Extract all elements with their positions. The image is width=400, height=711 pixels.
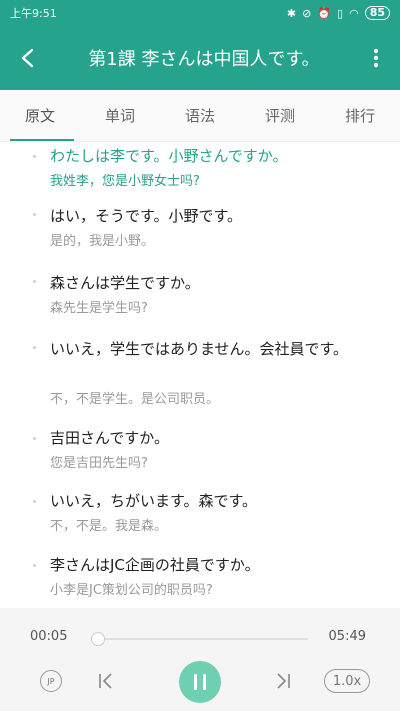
sentence-item[interactable]: 吉田さんですか。 您是吉田先生吗? <box>0 426 400 486</box>
chevron-left-icon <box>21 48 34 68</box>
sentence-chinese: 是的，我是小野。 <box>50 234 155 249</box>
pause-icon <box>194 674 206 690</box>
tab-original-text[interactable]: 原文 <box>0 90 80 141</box>
sentence-chinese: 您是吉田先生吗? <box>50 456 148 471</box>
previous-button[interactable] <box>96 671 116 691</box>
bullet-dot <box>33 346 36 349</box>
sentence-japanese: 吉田さんですか。 <box>50 429 169 447</box>
progress-thumb[interactable] <box>90 632 105 646</box>
bullet-dot <box>33 564 36 567</box>
sentence-chinese: 不，不是。我是森。 <box>50 519 168 534</box>
vibrate-icon: ▯ <box>337 6 344 20</box>
bullet-dot <box>33 155 36 158</box>
battery-indicator: 85 <box>364 6 390 20</box>
more-vertical-icon <box>373 48 379 68</box>
next-button[interactable] <box>273 671 293 691</box>
back-button[interactable] <box>0 26 56 90</box>
status-time: 上午9:51 <box>10 7 57 20</box>
sentence-item[interactable]: いいえ，ちがいます。森です。 不，不是。我是森。 <box>0 489 400 549</box>
bullet-dot <box>33 500 36 503</box>
mute-icon: ⊘ <box>302 6 312 20</box>
current-time: 00:05 <box>30 629 68 644</box>
sentence-chinese: 我姓李，您是小野女士吗? <box>50 174 200 189</box>
sentence-chinese: 小李是JC策划公司的职员吗? <box>50 583 213 598</box>
sentence-japanese: いいえ，学生ではありません。会社員です。 <box>50 340 349 358</box>
sentence-japanese: わたしは李です。小野さんですか。 <box>50 147 288 165</box>
sentence-japanese: 森さんは学生ですか。 <box>50 274 200 292</box>
status-icons: ✱ ⊘ ⏰ ▯ ◠ 85 <box>287 6 390 20</box>
bullet-dot <box>33 280 36 283</box>
skip-previous-icon <box>99 673 112 689</box>
sentence-japanese: 李さんはJC企画の社員ですか。 <box>50 556 260 574</box>
alarm-icon: ⏰ <box>317 6 332 20</box>
sentence-japanese: いいえ，ちがいます。森です。 <box>50 492 258 510</box>
sentence-list[interactable]: わたしは李です。小野さんですか。 我姓李，您是小野女士吗? はい，そうです。小野… <box>0 142 400 608</box>
sentence-chinese: 森先生是学生吗? <box>50 301 148 316</box>
sentence-chinese: 不，不是学生。是公司职员。 <box>50 392 220 407</box>
sentence-item[interactable]: 森さんは学生ですか。 森先生是学生吗? <box>0 269 400 329</box>
more-options-button[interactable] <box>352 26 400 90</box>
progress-slider[interactable] <box>95 638 308 640</box>
bullet-dot <box>33 213 36 216</box>
bluetooth-icon: ✱ <box>286 6 297 20</box>
play-pause-button[interactable] <box>179 661 221 703</box>
sentence-japanese: はい，そうです。小野です。 <box>50 207 243 225</box>
audio-player: 00:05 05:49 JP 1.0x <box>0 608 400 711</box>
wifi-icon: ◠ <box>349 6 359 20</box>
playback-speed-button[interactable]: 1.0x <box>324 669 370 693</box>
status-bar: 上午9:51 ✱ ⊘ ⏰ ▯ ◠ 85 <box>0 0 400 26</box>
language-toggle-button[interactable]: JP <box>40 670 62 692</box>
sentence-item[interactable]: いいえ，学生ではありません。会社員です。 不，不是学生。是公司职员。 <box>0 335 400 415</box>
tab-evaluation[interactable]: 评测 <box>240 90 320 141</box>
skip-next-icon <box>277 673 290 689</box>
page-title: 第1課 李さんは中国人です。 <box>88 49 320 70</box>
tab-vocabulary[interactable]: 单词 <box>80 90 160 141</box>
tab-bar: 原文 单词 语法 评测 排行 <box>0 90 400 142</box>
app-bar: 第1課 李さんは中国人です。 <box>0 26 400 90</box>
tab-grammar[interactable]: 语法 <box>160 90 240 141</box>
tab-ranking[interactable]: 排行 <box>320 90 400 141</box>
total-time: 05:49 <box>328 629 366 644</box>
sentence-item[interactable]: 李さんはJC企画の社員ですか。 小李是JC策划公司的职员吗? <box>0 553 400 608</box>
sentence-item[interactable]: わたしは李です。小野さんですか。 我姓李，您是小野女士吗? <box>0 144 400 202</box>
bullet-dot <box>33 437 36 440</box>
sentence-item[interactable]: はい，そうです。小野です。 是的，我是小野。 <box>0 202 400 262</box>
